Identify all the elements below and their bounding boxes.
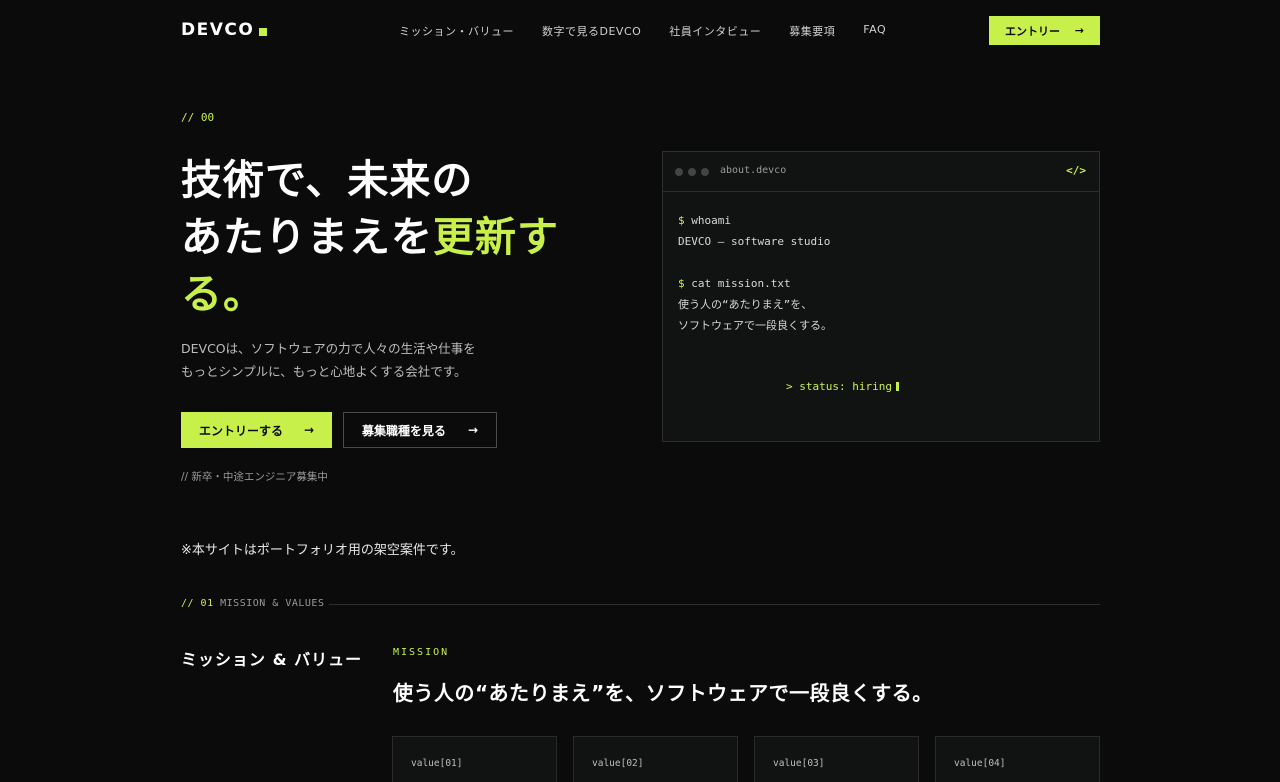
header-entry-button[interactable]: エントリー → <box>989 16 1100 45</box>
value-card: value[04] <box>935 736 1100 782</box>
value-card-label: value[02] <box>592 758 644 769</box>
value-card-label: value[03] <box>773 758 825 769</box>
terminal-title: about.devco <box>720 165 787 176</box>
hero-section-tag: // 00 <box>181 111 215 124</box>
arrow-right-icon: → <box>467 423 478 437</box>
entry-button[interactable]: エントリーする → <box>181 412 332 448</box>
window-dots-icon <box>675 168 709 176</box>
hero-title: 技術で、未来の あたりまえを更新す る。 <box>181 152 601 323</box>
terminal-line: $ whoami <box>678 210 832 231</box>
mission-tag-text: MISSION & VALUES <box>220 598 325 609</box>
terminal-window: about.devco </> $ whoami DEVCO — softwar… <box>662 151 1100 442</box>
hiring-note: // 新卒・中途エンジニア募集中 <box>181 471 328 483</box>
terminal-header: about.devco </> <box>663 152 1099 192</box>
terminal-status: > status: hiring <box>786 380 899 393</box>
nav-item-numbers[interactable]: 数字で見るDEVCO <box>542 23 641 39</box>
view-positions-label: 募集職種を見る <box>362 423 447 438</box>
value-cards: value[01] value[02] value[03] value[04] <box>392 736 1100 782</box>
terminal-command: whoami <box>691 214 731 227</box>
terminal-body: $ whoami DEVCO — software studio $ cat m… <box>678 210 832 336</box>
hero-title-line3: る。 <box>181 270 265 318</box>
terminal-line: $ cat mission.txt <box>678 273 832 294</box>
main-nav: ミッション・バリュー 数字で見るDEVCO 社員インタビュー 募集要項 FAQ <box>399 23 886 39</box>
value-card-label: value[01] <box>411 758 463 769</box>
mission-statement: 使う人の“あたりまえ”を、ソフトウェアで一段良くする。 <box>393 681 933 705</box>
prompt-symbol: $ <box>678 277 685 290</box>
cursor-icon <box>895 382 899 391</box>
terminal-output: 使う人の“あたりまえ”を、 <box>678 298 813 311</box>
arrow-right-icon: → <box>1074 24 1084 37</box>
terminal-output: DEVCO — software studio <box>678 235 831 248</box>
logo[interactable]: DEVCO <box>181 20 268 40</box>
mission-heading: ミッション & バリュー <box>181 650 363 669</box>
hero-desc-line2: もっとシンプルに、もっと心地よくする会社です。 <box>181 364 467 379</box>
hero-description: DEVCOは、ソフトウェアの力で人々の生活や仕事を もっとシンプルに、もっと心地… <box>181 337 541 383</box>
view-positions-button[interactable]: 募集職種を見る → <box>343 412 497 448</box>
mission-label: MISSION <box>393 647 450 658</box>
value-card: value[01] <box>392 736 557 782</box>
value-card: value[03] <box>754 736 919 782</box>
mission-tag-number: // 01 <box>181 598 214 609</box>
hero-title-accent: 更新す <box>433 213 559 261</box>
value-card: value[02] <box>573 736 738 782</box>
logo-text: DEVCO <box>181 20 255 40</box>
section-divider <box>329 604 1100 605</box>
arrow-right-icon: → <box>303 423 314 437</box>
terminal-command: cat mission.txt <box>691 277 791 290</box>
nav-item-interview[interactable]: 社員インタビュー <box>669 23 761 39</box>
nav-item-faq[interactable]: FAQ <box>863 23 886 39</box>
nav-item-mission[interactable]: ミッション・バリュー <box>399 23 514 39</box>
code-icon: </> <box>1066 164 1086 177</box>
prompt-symbol: $ <box>678 214 685 227</box>
site-header: DEVCO ミッション・バリュー 数字で見るDEVCO 社員インタビュー 募集要… <box>0 0 1280 62</box>
hero-desc-line1: DEVCOは、ソフトウェアの力で人々の生活や仕事を <box>181 341 476 356</box>
header-entry-label: エントリー <box>1005 24 1060 38</box>
logo-dot-icon <box>259 28 268 36</box>
terminal-output: ソフトウェアで一段良くする。 <box>678 319 832 332</box>
disclaimer: ※本サイトはポートフォリオ用の架空案件です。 <box>181 543 464 558</box>
hero-title-line2: あたりまえを <box>181 213 433 261</box>
entry-button-label: エントリーする <box>199 423 284 438</box>
mission-section-tag: // 01 MISSION & VALUES <box>181 598 324 609</box>
nav-item-requirements[interactable]: 募集要項 <box>789 23 835 39</box>
value-card-label: value[04] <box>954 758 1006 769</box>
hero-title-line1: 技術で、未来の <box>181 156 474 204</box>
status-text: > status: hiring <box>786 380 892 393</box>
